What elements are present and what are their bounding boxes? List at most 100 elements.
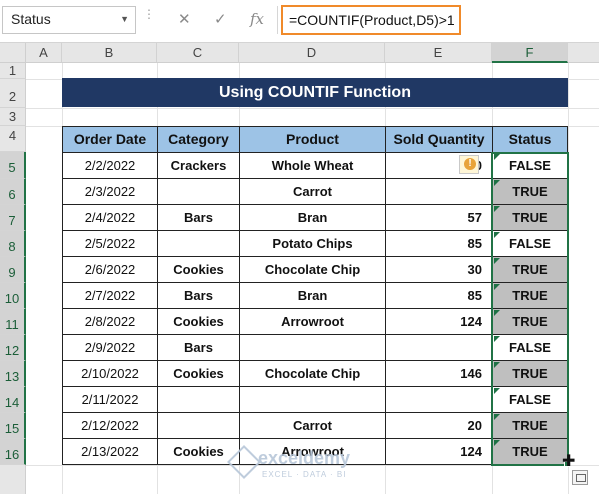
row-header-15[interactable]: 15 [0, 413, 26, 439]
cell-category[interactable] [157, 230, 240, 257]
name-box[interactable]: Status ▼ [2, 6, 136, 34]
cell-category[interactable]: Cookies [157, 308, 240, 335]
cell-sold-quantity[interactable]: 30 [385, 256, 493, 283]
row-header-10[interactable]: 10 [0, 283, 26, 309]
gridline [568, 63, 569, 494]
column-header-b[interactable]: B [62, 43, 157, 63]
header-category[interactable]: Category [157, 126, 240, 153]
formula-error-indicator-icon [494, 180, 500, 186]
formula-input[interactable]: =COUNTIF(Product,D5)>1 [281, 5, 461, 35]
cell-order-date[interactable]: 2/5/2022 [62, 230, 158, 257]
cell-sold-quantity[interactable]: 124 [385, 308, 493, 335]
formula-error-indicator-icon [494, 258, 500, 264]
cell-product[interactable]: Potato Chips [239, 230, 386, 257]
cell-sold-quantity[interactable] [385, 386, 493, 413]
row-header-5[interactable]: 5 [0, 152, 26, 179]
cell-category[interactable]: Bars [157, 334, 240, 361]
header-order-date[interactable]: Order Date [62, 126, 158, 153]
quick-analysis-icon[interactable] [572, 470, 588, 485]
cell-status[interactable]: TRUE [492, 256, 568, 283]
header-status[interactable]: Status [492, 126, 568, 153]
row-header-4[interactable]: 4 [0, 126, 26, 152]
cell-sold-quantity[interactable]: 124 [385, 438, 493, 465]
cell-status[interactable]: TRUE [492, 308, 568, 335]
cell-sold-quantity[interactable]: 85 [385, 230, 493, 257]
cell-sold-quantity[interactable]: 20 [385, 412, 493, 439]
cell-status[interactable]: TRUE [492, 178, 568, 205]
error-warning-button[interactable]: ! [459, 155, 479, 174]
cell-order-date[interactable]: 2/8/2022 [62, 308, 158, 335]
column-header-f[interactable]: F [492, 43, 568, 63]
column-header-c[interactable]: C [157, 43, 239, 63]
cell-order-date[interactable]: 2/13/2022 [62, 438, 158, 465]
cell-status[interactable]: TRUE [492, 412, 568, 439]
cell-order-date[interactable]: 2/7/2022 [62, 282, 158, 309]
row-header-1[interactable]: 1 [0, 63, 26, 79]
enter-icon[interactable]: ✓ [214, 10, 227, 28]
cell-status[interactable]: FALSE [492, 386, 568, 413]
cell-sold-quantity[interactable]: 146 [385, 360, 493, 387]
row-header-6[interactable]: 6 [0, 179, 26, 205]
chevron-down-icon[interactable]: ▼ [120, 14, 129, 24]
cell-status[interactable]: TRUE [492, 204, 568, 231]
cell-status[interactable]: FALSE [492, 334, 568, 361]
cell-product[interactable]: Chocolate Chip [239, 256, 386, 283]
cell-order-date[interactable]: 2/9/2022 [62, 334, 158, 361]
header-sold-quantity[interactable]: Sold Quantity [385, 126, 493, 153]
cell-product[interactable]: Carrot [239, 412, 386, 439]
row-header-13[interactable]: 13 [0, 361, 26, 387]
cell-sold-quantity-text: 146 [460, 366, 482, 381]
cell-order-date[interactable]: 2/3/2022 [62, 178, 158, 205]
cell-order-date[interactable]: 2/12/2022 [62, 412, 158, 439]
row-header-14[interactable]: 14 [0, 387, 26, 413]
cell-category[interactable] [157, 178, 240, 205]
cell-product[interactable]: Bran [239, 204, 386, 231]
cell-order-date[interactable]: 2/6/2022 [62, 256, 158, 283]
cell-category[interactable] [157, 412, 240, 439]
cell-product[interactable]: Chocolate Chip [239, 360, 386, 387]
cell-status[interactable]: TRUE [492, 438, 568, 465]
cancel-icon[interactable]: ✕ [178, 10, 191, 28]
cell-product[interactable] [239, 386, 386, 413]
cell-sold-quantity[interactable] [385, 334, 493, 361]
cell-product[interactable]: Bran [239, 282, 386, 309]
column-header-a[interactable]: A [26, 43, 62, 63]
cell-category[interactable]: Cookies [157, 360, 240, 387]
row-header-3[interactable]: 3 [0, 108, 26, 126]
cell-category[interactable]: Bars [157, 204, 240, 231]
header-product[interactable]: Product [239, 126, 386, 153]
cell-category[interactable]: Crackers [157, 152, 240, 179]
cell-product[interactable]: Whole Wheat [239, 152, 386, 179]
cell-sold-quantity-text: 124 [460, 314, 482, 329]
row-header-16[interactable]: 16 [0, 439, 26, 465]
column-header-e[interactable]: E [385, 43, 492, 63]
cell-status[interactable]: FALSE [492, 230, 568, 257]
insert-function-icon[interactable]: fx [250, 10, 264, 28]
cell-sold-quantity[interactable]: 57 [385, 204, 493, 231]
cell-status[interactable]: TRUE [492, 360, 568, 387]
cell-sold-quantity[interactable]: 85 [385, 282, 493, 309]
row-header-7[interactable]: 7 [0, 205, 26, 231]
cell-product[interactable]: Arrowroot [239, 308, 386, 335]
cell-category[interactable]: Bars [157, 282, 240, 309]
row-header-8[interactable]: 8 [0, 231, 26, 257]
cell-product[interactable]: Carrot [239, 178, 386, 205]
cell-order-date[interactable]: 2/4/2022 [62, 204, 158, 231]
cell-order-date[interactable]: 2/11/2022 [62, 386, 158, 413]
cell-category[interactable] [157, 386, 240, 413]
column-header-d[interactable]: D [239, 43, 385, 63]
cell-sold-quantity[interactable] [385, 178, 493, 205]
cell-order-date[interactable]: 2/2/2022 [62, 152, 158, 179]
row-header-12[interactable]: 12 [0, 335, 26, 361]
drag-handle-icon[interactable]: ⋮ [143, 8, 155, 29]
cell-category[interactable]: Cookies [157, 256, 240, 283]
row-header-9[interactable]: 9 [0, 257, 26, 283]
cell-product[interactable] [239, 334, 386, 361]
select-all-corner[interactable] [0, 43, 26, 63]
cell-order-date[interactable]: 2/10/2022 [62, 360, 158, 387]
row-header-11[interactable]: 11 [0, 309, 26, 335]
row-header-2[interactable]: 2 [0, 79, 26, 108]
cell-status[interactable]: TRUE [492, 282, 568, 309]
cell-status[interactable]: FALSE [492, 152, 568, 179]
cell-status-text: FALSE [509, 236, 551, 251]
